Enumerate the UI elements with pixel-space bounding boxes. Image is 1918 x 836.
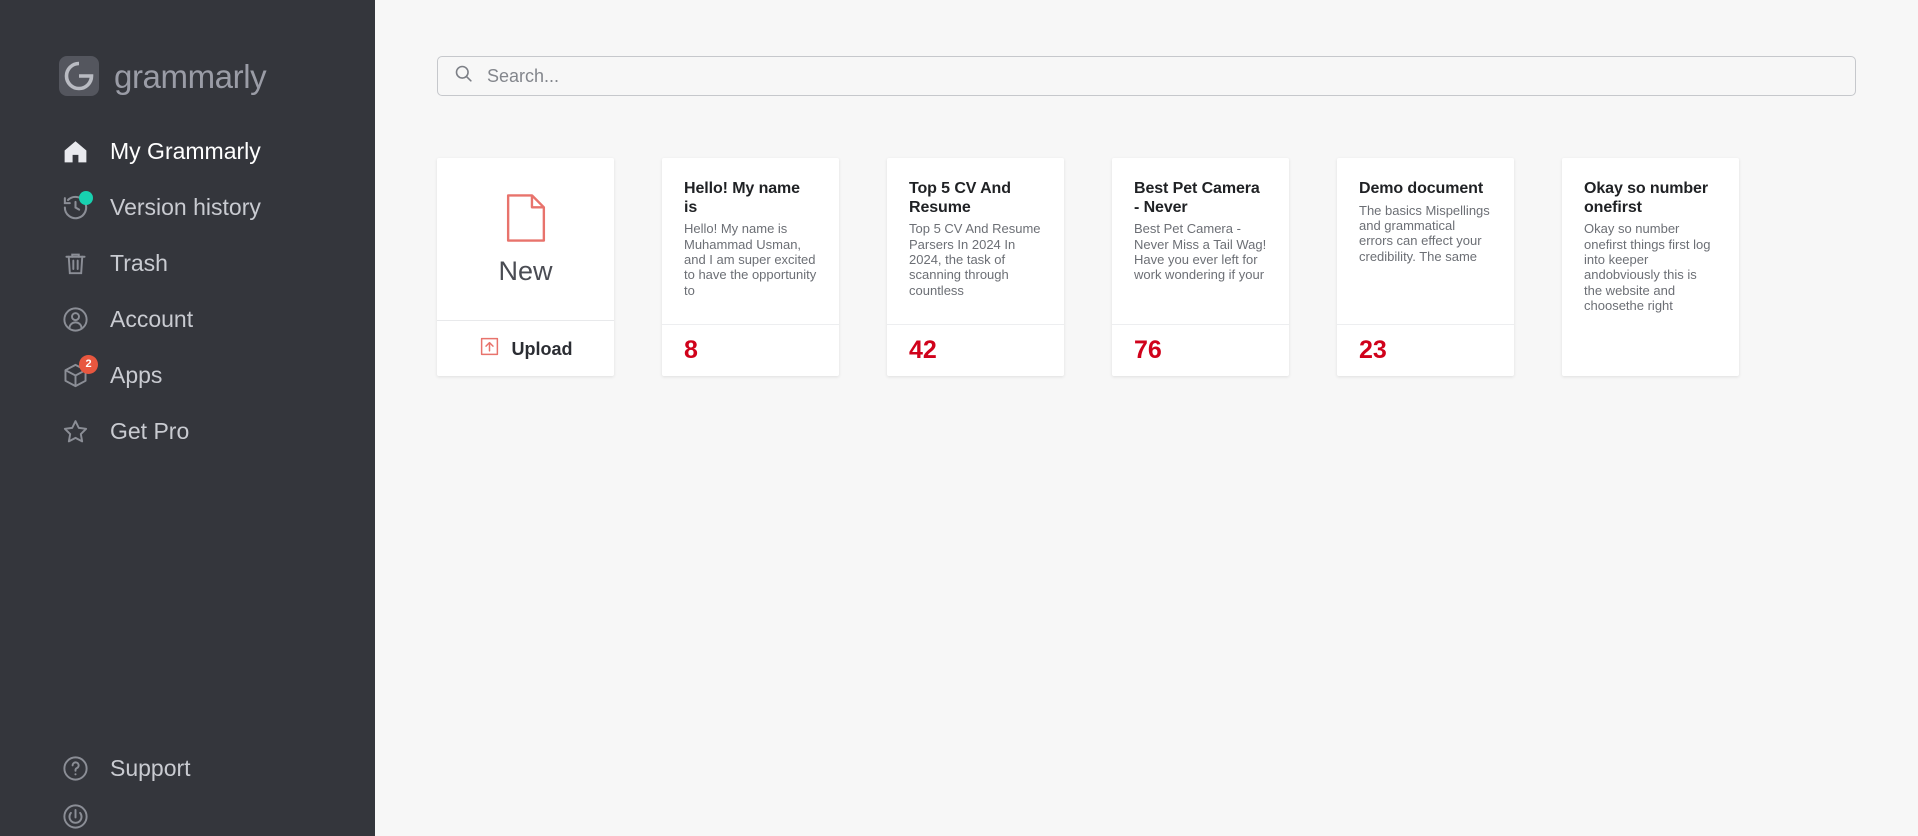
document-title: Top 5 CV And Resume <box>909 180 1011 216</box>
home-icon <box>60 136 91 167</box>
document-preview: Okay so number onefirst Okay so number o… <box>1562 158 1739 376</box>
document-score: 23 <box>1359 336 1387 364</box>
question-circle-icon <box>60 753 91 784</box>
document-preview: Demo document The basics Mispellings and… <box>1337 158 1514 324</box>
document-card[interactable]: Best Pet Camera - Never Best Pet Camera … <box>1112 158 1289 376</box>
main-content: Search... New Upload Hello! My name is H… <box>375 0 1918 836</box>
apps-count-badge: 2 <box>79 354 98 374</box>
sidebar-item-apps[interactable]: 2 Apps <box>0 347 375 403</box>
document-footer: 8 <box>662 324 839 376</box>
document-title: Okay so number onefirst <box>1584 180 1708 216</box>
upload-icon <box>479 336 500 362</box>
sidebar-nav: My Grammarly Version history Trash Accou… <box>0 123 375 459</box>
sidebar-item-label: Get Pro <box>110 417 190 444</box>
new-document-button[interactable]: New <box>437 158 614 320</box>
document-title: Hello! My name is <box>684 180 800 216</box>
document-footer: 76 <box>1112 324 1289 376</box>
document-score: 42 <box>909 336 937 364</box>
sidebar-bottom-nav: Support <box>0 740 375 836</box>
sidebar-item-logout[interactable] <box>0 796 375 836</box>
sidebar-item-support[interactable]: Support <box>0 740 375 796</box>
document-card[interactable]: Okay so number onefirst Okay so number o… <box>1562 158 1739 376</box>
document-preview: Top 5 CV And Resume Top 5 CV And Resume … <box>887 158 1064 324</box>
sidebar-item-label: Support <box>110 754 191 781</box>
sidebar-item-my-grammarly[interactable]: My Grammarly <box>0 123 375 179</box>
new-document-label: New <box>498 256 553 286</box>
grammarly-logo-icon <box>57 54 101 98</box>
sidebar-item-label: Trash <box>110 249 168 276</box>
sidebar-item-account[interactable]: Account <box>0 291 375 347</box>
document-card[interactable]: Hello! My name is Hello! My name is Muha… <box>662 158 839 376</box>
document-snippet: Top 5 CV And Resume Parsers In 2024 In 2… <box>909 221 1041 298</box>
version-history-dot-badge <box>79 190 93 205</box>
upload-button[interactable]: Upload <box>437 320 614 376</box>
user-circle-icon <box>60 304 91 335</box>
document-card[interactable]: Top 5 CV And Resume Top 5 CV And Resume … <box>887 158 1064 376</box>
upload-label: Upload <box>511 338 573 359</box>
brand-wordmark: grammarly <box>114 57 267 95</box>
search-icon <box>453 63 474 89</box>
sidebar-item-version-history[interactable]: Version history <box>0 179 375 235</box>
brand-logo[interactable]: grammarly <box>0 0 375 104</box>
new-document-icon <box>504 193 548 248</box>
document-score: 76 <box>1134 336 1162 364</box>
document-score: 8 <box>684 336 698 364</box>
document-footer: 23 <box>1337 324 1514 376</box>
document-title: Best Pet Camera - Never <box>1134 180 1260 216</box>
cube-icon: 2 <box>60 354 98 391</box>
document-snippet: Hello! My name is Muhammad Usman, and I … <box>684 221 817 298</box>
clock-rewind-icon <box>60 190 93 223</box>
new-document-card[interactable]: New Upload <box>437 158 614 376</box>
sidebar-item-label: Account <box>110 305 194 332</box>
sidebar-item-trash[interactable]: Trash <box>0 235 375 291</box>
document-snippet: Okay so number onefirst things first log… <box>1584 221 1711 314</box>
document-preview: Best Pet Camera - Never Best Pet Camera … <box>1112 158 1289 324</box>
sidebar-item-get-pro[interactable]: Get Pro <box>0 403 375 459</box>
sidebar: grammarly My Grammarly Version history T… <box>0 0 375 836</box>
documents-grid: New Upload Hello! My name is Hello! My n… <box>437 158 1856 376</box>
search-bar[interactable]: Search... <box>437 56 1856 96</box>
sidebar-item-label: My Grammarly <box>110 137 261 164</box>
sidebar-item-label: Apps <box>110 361 163 388</box>
document-snippet: The basics Mispellings and grammatical e… <box>1359 202 1490 264</box>
document-title: Demo document <box>1359 180 1484 197</box>
document-card[interactable]: Demo document The basics Mispellings and… <box>1337 158 1514 376</box>
document-footer: 42 <box>887 324 1064 376</box>
power-icon <box>60 801 91 832</box>
search-input[interactable]: Search... <box>487 67 559 85</box>
sidebar-item-label: Version history <box>110 193 261 220</box>
document-preview: Hello! My name is Hello! My name is Muha… <box>662 158 839 324</box>
trash-icon <box>60 248 91 279</box>
star-icon <box>60 416 91 447</box>
document-snippet: Best Pet Camera - Never Miss a Tail Wag!… <box>1134 221 1267 283</box>
app-root: grammarly My Grammarly Version history T… <box>0 0 1918 836</box>
